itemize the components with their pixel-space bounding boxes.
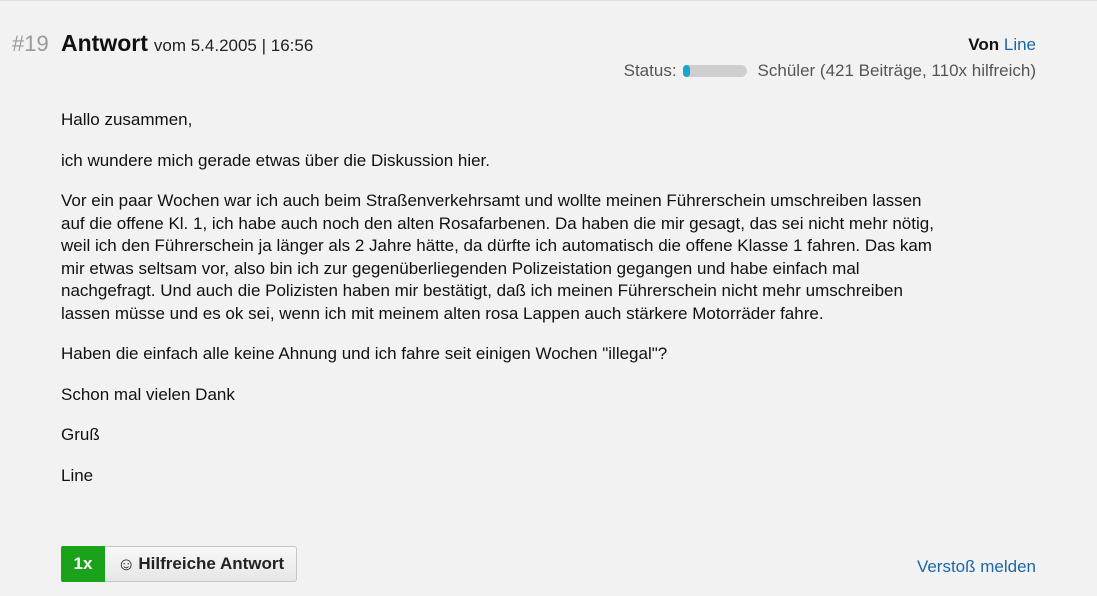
post-paragraph: Schon mal vielen Dank [61, 384, 235, 404]
report-violation-link[interactable]: Verstoß melden [917, 557, 1036, 577]
post-number: #19 [12, 31, 49, 56]
status-label: Status: [623, 61, 677, 80]
helpful-actions: 1x ☺ Hilfreiche Antwort [61, 546, 298, 582]
helpful-count-badge: 1x [61, 546, 105, 582]
post-header: Antwort vom 5.4.2005 | 16:56 [61, 30, 313, 57]
post-paragraph: ich wundere mich gerade etwas über die D… [61, 150, 491, 170]
status-text: Schüler (421 Beiträge, 110x hilfreich) [757, 61, 1036, 80]
smiley-icon: ☺ [117, 553, 136, 574]
author-link[interactable]: Line [1004, 35, 1036, 54]
post-paragraph: Gruß [61, 425, 100, 444]
post-title: Antwort [61, 30, 148, 56]
author-prefix: Von [968, 35, 1000, 54]
post-meta: vom 5.4.2005 | 16:56 [153, 36, 314, 55]
post-author: Von Line [968, 35, 1036, 55]
helpful-answer-label: Hilfreiche Antwort [138, 554, 285, 573]
author-status: Status: Schüler (421 Beiträge, 110x hilf… [624, 61, 1036, 81]
post-content: Hallo zusammen, ich wundere mich gerade … [61, 109, 941, 505]
post-paragraph: Haben die einfach alle keine Ahnung und … [61, 344, 668, 363]
status-bar-fill [682, 65, 691, 77]
status-bar [682, 65, 747, 77]
post-paragraph: Vor ein paar Wochen war ich auch beim St… [61, 191, 934, 323]
helpful-answer-button[interactable]: ☺ Hilfreiche Antwort [105, 546, 298, 582]
post-paragraph: Line [61, 465, 94, 485]
post-paragraph: Hallo zusammen, [61, 110, 193, 129]
forum-post: #19 Antwort vom 5.4.2005 | 16:56 Von Line… [0, 0, 1097, 596]
